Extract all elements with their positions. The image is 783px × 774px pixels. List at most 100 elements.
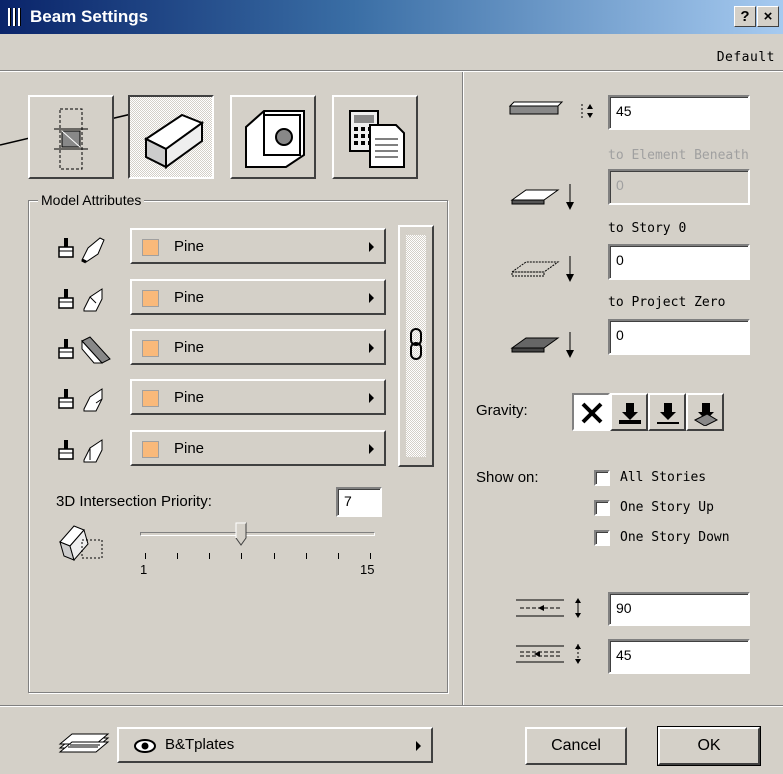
material-name: Pine xyxy=(174,339,205,356)
to-project-zero-field[interactable]: 0 xyxy=(608,319,750,355)
material-name: Pine xyxy=(174,389,205,406)
one-story-down-label: One Story Down xyxy=(620,530,730,545)
slider-tick xyxy=(209,553,211,559)
gravity-slab-button[interactable] xyxy=(610,393,648,431)
material-row: Pine xyxy=(52,430,392,466)
material-row: Pine xyxy=(52,379,392,415)
layers-icon xyxy=(58,733,110,753)
submenu-arrow-icon xyxy=(369,343,374,353)
slider-max-label: 15 xyxy=(360,562,375,577)
slider-tick xyxy=(177,553,179,559)
offset-story-icon xyxy=(510,256,574,282)
gravity-roof-icon xyxy=(657,403,679,424)
gravity-roof-button[interactable] xyxy=(648,393,686,431)
one-story-down-checkbox[interactable] xyxy=(594,530,610,546)
slider-min-label: 1 xyxy=(140,562,148,577)
material-name: Pine xyxy=(174,289,205,306)
beam-3d-icon xyxy=(144,113,205,169)
to-element-beneath-label: to Element Beneath xyxy=(608,148,749,163)
gravity-slab-icon xyxy=(619,403,641,424)
beam-height-field[interactable]: 45 xyxy=(608,95,750,130)
paintbrush-icon xyxy=(58,238,74,258)
to-project-zero-label: to Project Zero xyxy=(608,295,726,310)
material-name: Pine xyxy=(174,238,205,255)
material-row: Pine xyxy=(52,329,392,365)
beam-hole-button[interactable] xyxy=(230,95,316,179)
one-story-up-label: One Story Up xyxy=(620,500,714,515)
slider-tick xyxy=(370,553,371,559)
intersection-priority-slider[interactable] xyxy=(140,532,375,536)
intersection-priority-field[interactable]: 7 xyxy=(336,487,382,517)
surface-icon xyxy=(83,288,103,312)
material-row: Pine xyxy=(52,228,392,264)
gravity-mesh-button[interactable] xyxy=(686,393,724,431)
gravity-label: Gravity: xyxy=(476,402,528,419)
slider-thumb[interactable] xyxy=(235,522,247,546)
material-select-button[interactable]: Pine xyxy=(130,228,386,264)
to-story-field[interactable]: 0 xyxy=(608,244,750,280)
submenu-arrow-icon xyxy=(369,293,374,303)
eye-icon xyxy=(134,739,156,753)
beam-listing-icon xyxy=(349,110,405,168)
submenu-arrow-icon xyxy=(369,242,374,252)
beam-offset-field[interactable]: 45 xyxy=(608,639,750,674)
window-title: Beam Settings xyxy=(30,7,149,26)
gravity-mesh-icon xyxy=(693,403,719,426)
intersection-priority-label: 3D Intersection Priority: xyxy=(56,493,212,510)
beam-width-icon xyxy=(516,598,581,618)
close-button[interactable]: × xyxy=(757,6,779,27)
surface-icon xyxy=(83,388,103,412)
beam-3d-button[interactable] xyxy=(128,95,214,179)
slider-tick xyxy=(273,553,275,559)
layer-select-button[interactable]: B&Tplates xyxy=(117,727,433,763)
beam-height-icon xyxy=(508,101,593,118)
beam-plan-button[interactable] xyxy=(28,95,114,179)
paintbrush-icon xyxy=(58,339,74,359)
material-swatch xyxy=(142,340,159,357)
slider-tick xyxy=(241,553,243,559)
submenu-arrow-icon xyxy=(369,393,374,403)
paintbrush-icon xyxy=(58,440,74,460)
all-stories-label: All Stories xyxy=(620,470,707,485)
no-gravity-icon xyxy=(581,402,603,424)
slider-tick xyxy=(305,553,307,559)
archicad-app-icon xyxy=(8,8,24,26)
material-name: Pine xyxy=(174,440,205,457)
divider xyxy=(0,70,783,72)
offset-project-zero-icon xyxy=(510,332,574,358)
material-select-button[interactable]: Pine xyxy=(130,379,386,415)
title-bar: Beam Settings ? × xyxy=(0,0,783,34)
intersection-priority-icon xyxy=(59,525,103,562)
beam-hole-icon xyxy=(245,110,305,168)
gravity-off-button[interactable] xyxy=(572,393,610,431)
beam-offset-icon xyxy=(516,644,581,664)
link-materials-button[interactable] xyxy=(398,225,434,467)
paintbrush-icon xyxy=(58,389,74,409)
material-row: Pine xyxy=(52,279,392,315)
beam-listing-button[interactable] xyxy=(332,95,418,179)
beam-plan-icon xyxy=(54,108,88,170)
material-swatch xyxy=(142,290,159,307)
show-on-label: Show on: xyxy=(476,469,539,486)
submenu-arrow-icon xyxy=(369,444,374,454)
material-select-button[interactable]: Pine xyxy=(130,430,386,466)
material-select-button[interactable]: Pine xyxy=(130,279,386,315)
material-swatch xyxy=(142,239,159,256)
material-swatch xyxy=(142,390,159,407)
help-button[interactable]: ? xyxy=(734,6,756,27)
slider-tick xyxy=(337,553,339,559)
beam-width-field[interactable]: 90 xyxy=(608,592,750,626)
material-select-button[interactable]: Pine xyxy=(130,329,386,365)
layer-name: B&Tplates xyxy=(165,736,235,753)
to-story-label: to Story 0 xyxy=(608,221,687,236)
one-story-up-checkbox[interactable] xyxy=(594,500,610,516)
surface-icon xyxy=(83,439,103,463)
cancel-button[interactable]: Cancel xyxy=(525,727,627,765)
model-attributes-label: Model Attributes xyxy=(38,192,145,208)
slider-tick xyxy=(145,553,146,559)
to-element-beneath-field[interactable]: 0 xyxy=(608,169,750,205)
offset-element-beneath-icon xyxy=(510,184,574,210)
all-stories-checkbox[interactable] xyxy=(594,470,610,486)
ok-button[interactable]: OK xyxy=(657,726,761,766)
submenu-arrow-icon xyxy=(416,741,421,751)
